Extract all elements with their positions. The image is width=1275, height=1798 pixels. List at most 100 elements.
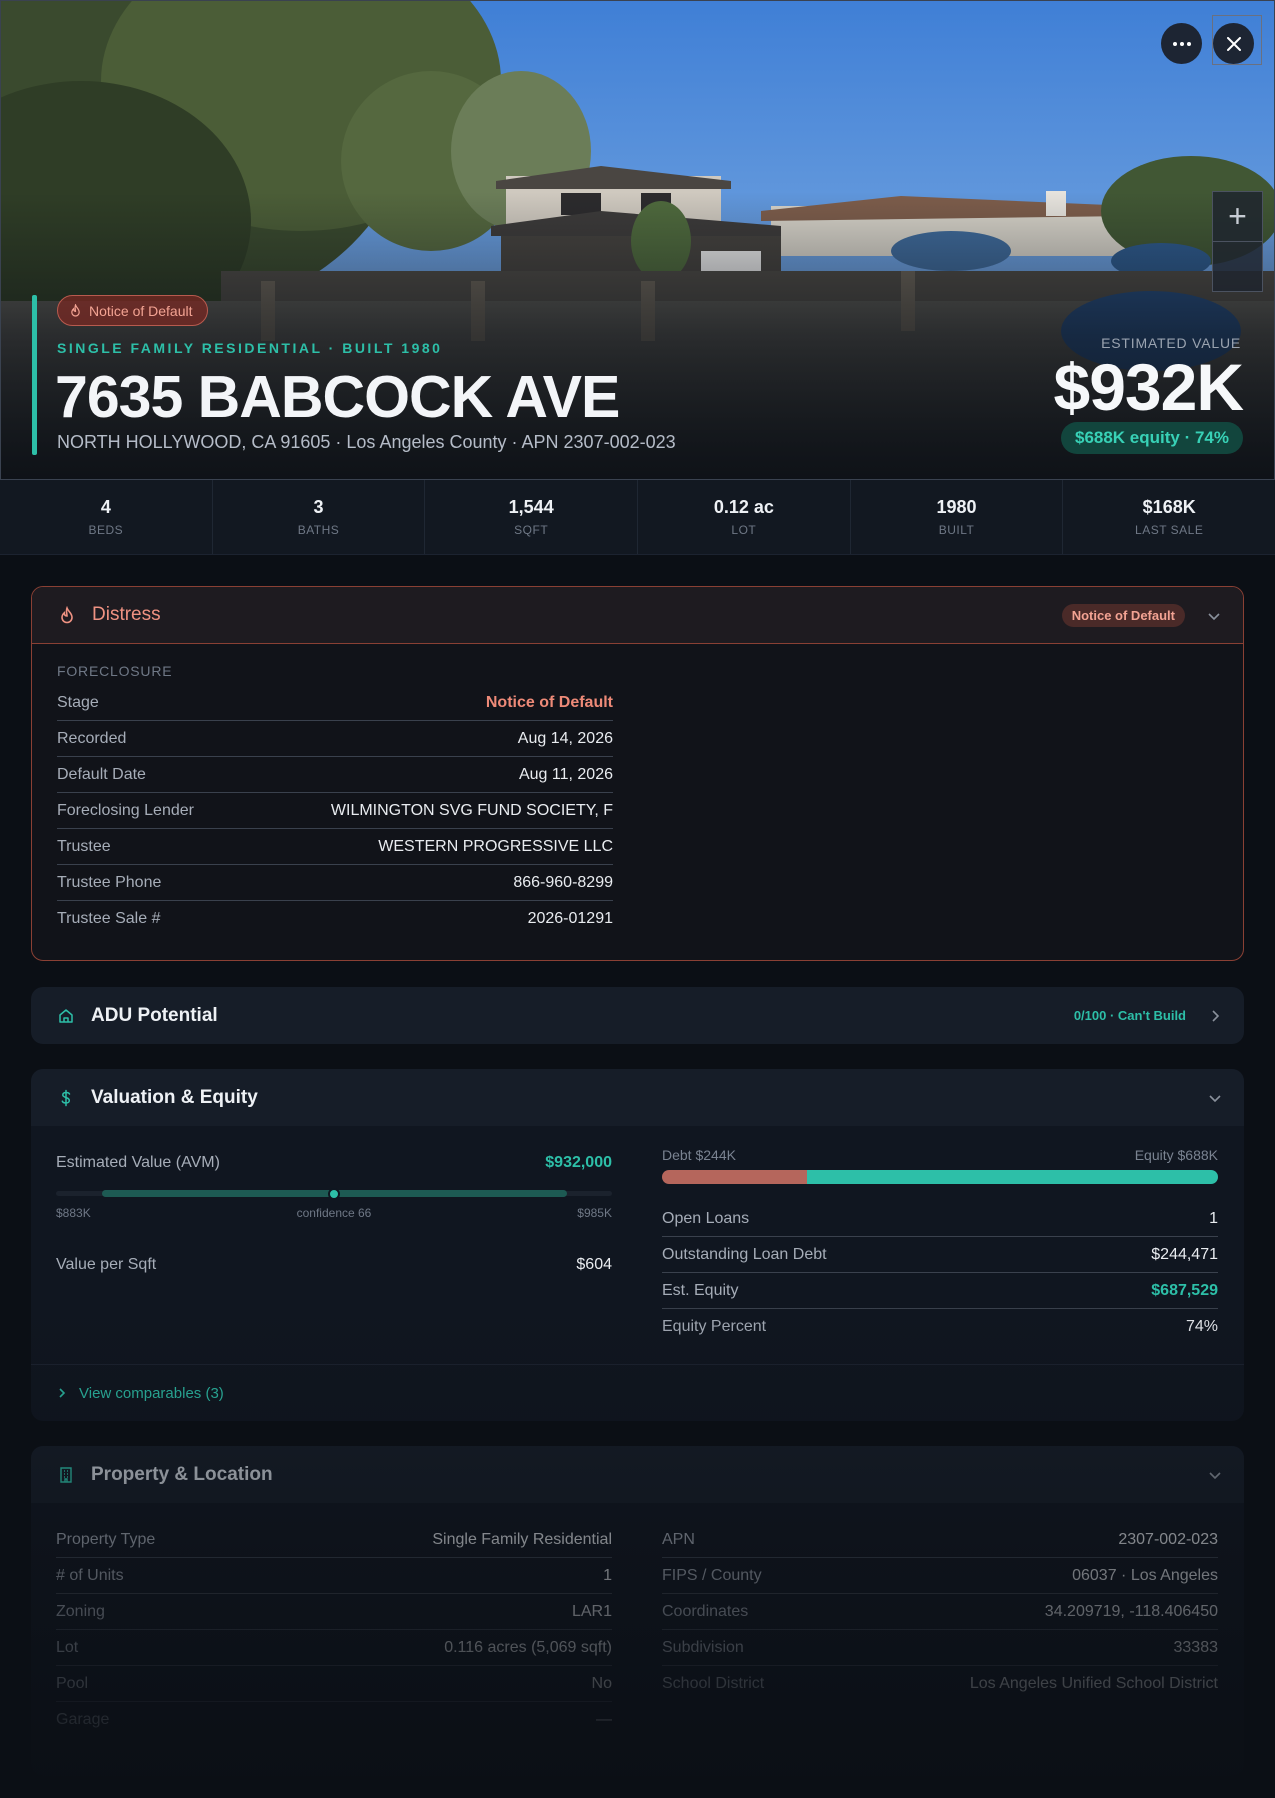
zoom-in-button[interactable]: + [1213, 192, 1262, 242]
kv-value: 0.116 acres (5,069 sqft) [444, 1638, 612, 1656]
property-location-card: Property & Location Property Type Single … [31, 1446, 1244, 1776]
adu-header[interactable]: ADU Potential 0/100 · Can't Build [31, 987, 1244, 1044]
more-icon [1172, 41, 1191, 46]
kv-value: 866-960-8299 [513, 873, 613, 891]
stat-label: BUILT [938, 523, 975, 537]
chevron-down-icon[interactable] [1208, 1091, 1222, 1105]
debt-segment [662, 1170, 807, 1184]
view-comparables-link[interactable]: View comparables (3) [31, 1364, 1244, 1421]
kv-row: Open Loans 1 [662, 1201, 1218, 1237]
stat-label: BEDS [88, 523, 124, 537]
kv-key: Garage [56, 1711, 110, 1728]
stat-value: $168K [1142, 497, 1196, 517]
kv-row: Coordinates 34.209719, -118.406450 [662, 1594, 1218, 1630]
stat-value: 3 [313, 497, 324, 517]
kv-value: WESTERN PROGRESSIVE LLC [378, 837, 613, 855]
value-per-sqft-section: Value per Sqft $604 [56, 1247, 612, 1283]
kv-key: Property Type [56, 1530, 156, 1548]
property-address-line: NORTH HOLLYWOOD, CA 91605 · Los Angeles … [57, 432, 676, 452]
avm-range-bar [56, 1188, 612, 1200]
kv-key: Open Loans [662, 1209, 750, 1227]
home-icon [59, 1008, 73, 1023]
view-comparables-label: View comparables (3) [79, 1384, 224, 1402]
kv-key: Subdivision [662, 1638, 744, 1656]
property-right-details: APN 2307-002-023 FIPS / County 06037 · Los… [662, 1522, 1218, 1702]
kv-key: Equity Percent [662, 1318, 767, 1335]
kv-row: School District Los Angeles Unified Schoo… [662, 1666, 1218, 1702]
kv-value: 33383 [1173, 1638, 1219, 1656]
kv-value: Los Angeles Unified School District [969, 1675, 1218, 1692]
stat-label: LAST SALE [1135, 523, 1204, 537]
kv-value: 74% [1185, 1318, 1218, 1335]
avm-section: Estimated Value (AVM) $932,000 [56, 1145, 612, 1181]
stat-beds: 4 BEDS [0, 480, 213, 554]
property-header[interactable]: Property & Location [31, 1446, 1244, 1503]
valuation-header[interactable]: Valuation & Equity [31, 1069, 1244, 1126]
kv-row: Trustee Phone 866-960-8299 [57, 865, 613, 901]
kv-key: Default Date [57, 765, 146, 783]
avm-label: Estimated Value (AVM) [56, 1154, 220, 1171]
kv-value: — [596, 1711, 612, 1728]
kv-row: Trustee Sale # 2026-01291 [57, 901, 613, 937]
stat-sqft: 1,544 SQFT [425, 480, 639, 554]
stat-value: 1,544 [508, 497, 554, 517]
close-button[interactable] [1213, 23, 1254, 64]
kv-key: Pool [56, 1674, 89, 1692]
chevron-down-icon[interactable] [1208, 1468, 1222, 1482]
range-marker [328, 1188, 340, 1200]
zoom-out-button[interactable] [1213, 242, 1262, 292]
adu-title: ADU Potential [91, 1004, 218, 1026]
stat-label: BATHS [297, 523, 340, 537]
property-address-title: 7635 BABCOCK AVE [55, 364, 620, 430]
kv-value: Aug 11, 2026 [518, 765, 613, 783]
valuation-card: Valuation & Equity Estimated Value (AVM)… [31, 1069, 1244, 1421]
valuation-title: Valuation & Equity [91, 1086, 258, 1108]
estimated-value: $932K [1053, 350, 1244, 424]
kv-row: Est. Equity $687,529 [662, 1273, 1218, 1309]
flame-icon [61, 606, 73, 624]
stat-last-sale: $168K LAST SALE [1063, 480, 1275, 554]
stat-value: 1980 [936, 497, 977, 517]
chevron-down-icon[interactable] [1207, 609, 1221, 623]
more-options-button[interactable] [1161, 23, 1202, 64]
kv-value: $244,471 [1151, 1245, 1218, 1263]
kv-row: Trustee WESTERN PROGRESSIVE LLC [57, 829, 613, 865]
kv-row: # of Units 1 [56, 1558, 612, 1594]
range-labels: $883K confidence 66 $985K [56, 1206, 612, 1220]
kv-value: LAR1 [571, 1602, 612, 1620]
adu-card[interactable]: ADU Potential 0/100 · Can't Build [31, 987, 1244, 1044]
kv-key: Coordinates [662, 1602, 749, 1620]
kv-key: Trustee Sale # [57, 910, 161, 927]
building-icon [60, 1466, 72, 1483]
range-high: $985K [577, 1206, 612, 1220]
kv-row: APN 2307-002-023 [662, 1522, 1218, 1558]
stat-label: LOT [731, 523, 757, 537]
flame-icon [71, 304, 80, 317]
range-low: $883K [56, 1206, 91, 1220]
chevron-right-icon[interactable] [1208, 1009, 1222, 1023]
adu-score: 0/100 · Can't Build [1073, 1008, 1186, 1023]
kv-key: Value per Sqft [56, 1256, 157, 1273]
distress-title: Distress [92, 604, 161, 625]
kv-value: Notice of Default [485, 693, 613, 711]
kv-row: Equity Percent 74% [662, 1309, 1218, 1345]
close-icon [1226, 36, 1241, 51]
loan-details: Open Loans 1 Outstanding Loan Debt $244,47… [662, 1201, 1218, 1345]
kv-key: School District [662, 1675, 765, 1692]
status-badge-label: Notice of Default [89, 302, 193, 319]
kv-value: $604 [576, 1256, 612, 1273]
kv-key: Trustee Phone [57, 873, 162, 891]
property-title: Property & Location [91, 1463, 273, 1485]
kv-key: Lot [56, 1638, 79, 1656]
stat-baths: 3 BATHS [213, 480, 426, 554]
kv-row: Outstanding Loan Debt $244,471 [662, 1237, 1218, 1273]
kv-row: Value per Sqft $604 [56, 1247, 612, 1283]
distress-header[interactable]: Distress Notice of Default [32, 587, 1243, 644]
kv-value: 1 [1209, 1209, 1218, 1227]
kv-key: Foreclosing Lender [57, 801, 194, 819]
debt-label: Debt $244K [662, 1147, 736, 1163]
kv-key: Zoning [56, 1602, 105, 1620]
kv-row: Garage — [56, 1702, 612, 1738]
stat-value: 4 [100, 497, 111, 517]
equity-pill: $688K equity · 74% [1060, 422, 1243, 454]
